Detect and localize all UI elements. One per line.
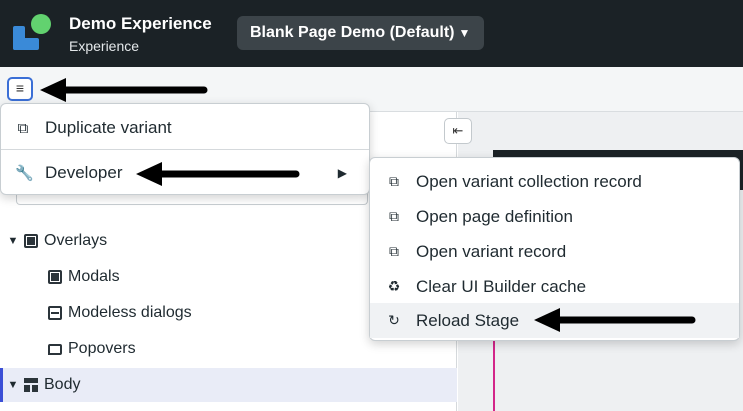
submenu-item-clear-ui-builder-cache[interactable]: ♻ Clear UI Builder cache — [370, 269, 739, 304]
external-link-icon: ⧉ — [389, 173, 399, 189]
annotation-arrow-reload-stage — [534, 308, 696, 332]
submenu-item-label: Clear UI Builder cache — [416, 276, 587, 296]
tree-item-label: Overlays — [44, 232, 108, 249]
submenu-item-label: Reload Stage — [416, 310, 520, 330]
submenu-item-label: Open variant collection record — [416, 171, 642, 191]
app-header: Demo Experience Experience Blank Page De… — [0, 0, 743, 67]
recycle-icon: ♻ — [387, 278, 401, 294]
submenu-item-label: Open variant record — [416, 241, 567, 261]
tree-item-label: Modals — [68, 268, 120, 285]
external-link-icon: ⧉ — [389, 243, 399, 259]
modeless-dialog-icon — [48, 306, 62, 320]
page-selector-label: Blank Page Demo (Default) — [250, 24, 455, 41]
menu-item-label: Developer — [45, 163, 123, 182]
wrench-icon: 🔧 — [15, 165, 34, 182]
annotation-arrow-menu — [40, 78, 208, 102]
popover-icon — [48, 343, 62, 355]
tree-item-label: Body — [44, 376, 81, 393]
external-link-icon: ⧉ — [389, 208, 399, 224]
tree-item-label: Popovers — [68, 340, 136, 357]
chevron-right-icon: ▶ — [337, 166, 347, 180]
app-title: Demo Experience — [69, 14, 212, 33]
tree-item-body[interactable]: ▼ Body — [0, 368, 457, 402]
panel-collapse-icon[interactable]: ⇤ — [444, 118, 472, 144]
submenu-item-open-variant-collection-record[interactable]: ⧉ Open variant collection record — [370, 164, 739, 199]
copy-icon: ⧉ — [17, 119, 29, 137]
hamburger-icon[interactable]: ≡ — [7, 77, 33, 101]
app-logo — [13, 14, 53, 52]
chevron-down-icon: ▼ — [458, 26, 471, 40]
body-layout-icon — [24, 378, 38, 392]
app-subtitle: Experience — [69, 38, 140, 54]
submenu-item-open-variant-record[interactable]: ⧉ Open variant record — [370, 234, 739, 269]
reload-icon: ↻ — [388, 312, 400, 328]
submenu-item-label: Open page definition — [416, 206, 573, 226]
menu-divider — [1, 149, 369, 150]
menu-item-duplicate-variant[interactable]: ⧉ Duplicate variant — [1, 106, 369, 150]
page-selector-dropdown[interactable]: Blank Page Demo (Default) ▼ — [237, 16, 485, 50]
annotation-arrow-developer — [136, 162, 300, 186]
container-icon — [24, 234, 38, 248]
menu-item-label: Duplicate variant — [45, 118, 172, 137]
caret-down-icon[interactable]: ▼ — [6, 379, 20, 391]
submenu-item-open-page-definition[interactable]: ⧉ Open page definition — [370, 199, 739, 234]
caret-down-icon[interactable]: ▼ — [6, 235, 20, 247]
tree-item-label: Modeless dialogs — [68, 304, 192, 321]
modal-icon — [48, 270, 62, 284]
